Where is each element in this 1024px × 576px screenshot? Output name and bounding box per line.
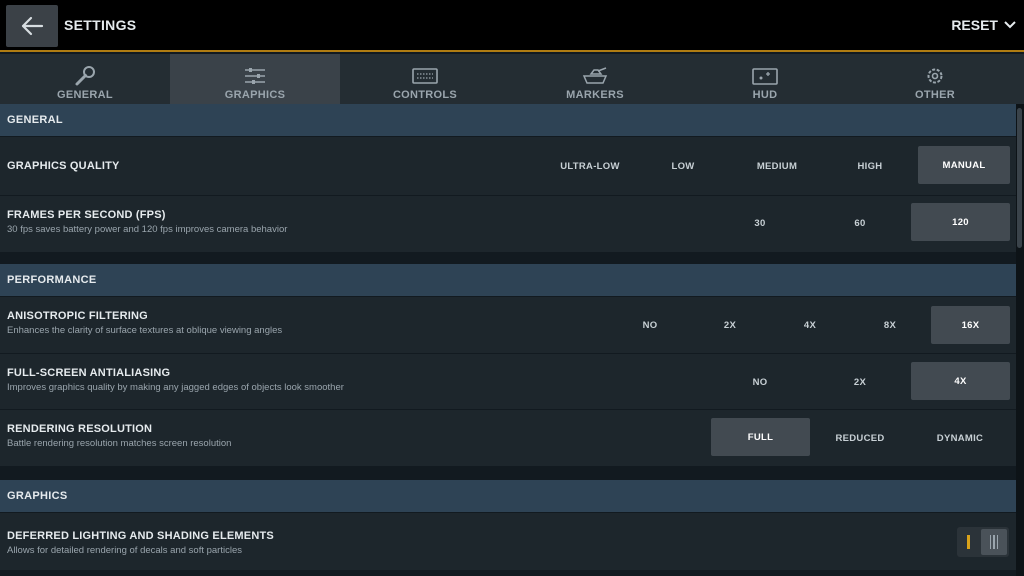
tab-general[interactable]: GENERAL [0,54,170,104]
option-4x[interactable]: 4X [911,362,1010,400]
reset-button[interactable]: RESET [951,17,1016,33]
setting-title: FRAMES PER SECOND (FPS) [7,209,166,221]
option-high[interactable]: HIGH [824,147,916,185]
option-16x[interactable]: 16X [931,306,1010,344]
setting-description: Allows for detailed rendering of decals … [7,545,242,556]
setting-description: Enhances the clarity of surface textures… [7,325,283,336]
tab-label: HUD [752,89,778,101]
tab-controls[interactable]: CONTROLS [340,54,510,104]
back-button[interactable] [6,5,58,47]
top-bar: SETTINGS RESET [0,0,1024,52]
setting-row-deferred-lighting: DEFERRED LIGHTING AND SHADING ELEMENTS A… [0,513,1016,570]
sliders-icon [245,68,265,84]
option-120[interactable]: 120 [911,203,1010,241]
setting-title: DEFERRED LIGHTING AND SHADING ELEMENTS [7,530,274,542]
tab-graphics[interactable]: GRAPHICS [170,54,340,104]
option-medium[interactable]: MEDIUM [731,147,823,185]
chevron-down-icon [1004,21,1016,29]
tab-label: OTHER [915,89,955,101]
setting-title: GRAPHICS QUALITY [7,160,120,172]
tab-label: CONTROLS [392,89,458,101]
tank-icon [582,67,608,84]
option-dynamic[interactable]: DYNAMIC [910,419,1010,457]
setting-description: 30 fps saves battery power and 120 fps i… [7,224,288,235]
option-manual[interactable]: MANUAL [918,146,1010,184]
hud-icon [752,68,778,85]
setting-row-rendering-resolution: RENDERING RESOLUTION Battle rendering re… [0,410,1016,466]
tab-markers[interactable]: MARKERS [510,54,680,104]
option-no[interactable]: NO [710,363,810,401]
setting-row-antialiasing: FULL-SCREEN ANTIALIASING Improves graphi… [0,354,1016,409]
option-2x[interactable]: 2X [690,306,770,344]
gear-icon [927,68,943,84]
deferred-lighting-toggle[interactable] [957,527,1009,557]
arrow-left-icon [21,16,44,36]
section-general: GENERAL [0,104,1016,136]
option-4x[interactable]: 4X [770,306,850,344]
toggle-on-indicator [967,535,970,549]
setting-row-anisotropic-filtering: ANISOTROPIC FILTERING Enhances the clari… [0,297,1016,353]
option-low[interactable]: LOW [637,147,729,185]
wrench-icon [75,66,95,86]
option-reduced[interactable]: REDUCED [810,419,910,457]
section-performance: PERFORMANCE [0,264,1016,296]
setting-description: Battle rendering resolution matches scre… [7,438,232,449]
setting-title: RENDERING RESOLUTION [7,423,153,435]
setting-title: ANISOTROPIC FILTERING [7,310,148,322]
section-graphics: GRAPHICS [0,480,1016,512]
option-ultra-low[interactable]: ULTRA-LOW [544,147,636,185]
option-30[interactable]: 30 [710,204,810,242]
option-no[interactable]: NO [610,306,690,344]
tab-hud[interactable]: HUD [680,54,850,104]
tab-other[interactable]: OTHER [850,54,1020,104]
tab-label: GRAPHICS [224,89,286,101]
scrollbar[interactable] [1016,104,1024,576]
option-8x[interactable]: 8X [850,306,930,344]
keyboard-icon [412,68,438,84]
tab-label: MARKERS [566,89,624,101]
tab-label: GENERAL [57,89,113,101]
scrollbar-thumb[interactable] [1017,108,1022,248]
option-60[interactable]: 60 [810,204,910,242]
option-2x[interactable]: 2X [810,363,910,401]
reset-label: RESET [951,17,998,33]
page-title: SETTINGS [64,17,137,33]
setting-title: FULL-SCREEN ANTIALIASING [7,367,171,379]
settings-list[interactable]: GENERAL GRAPHICS QUALITY ULTRA-LOW LOW M… [0,104,1016,576]
setting-description: Improves graphics quality by making any … [7,382,344,393]
setting-row-fps: FRAMES PER SECOND (FPS) 30 fps saves bat… [0,196,1016,252]
option-full[interactable]: FULL [711,418,810,456]
tab-bar: GENERAL GRAPHICS CONTROLS MARKERS HUD OT… [0,54,1024,104]
setting-row-graphics-quality: GRAPHICS QUALITY ULTRA-LOW LOW MEDIUM HI… [0,137,1016,195]
toggle-knob[interactable] [981,529,1007,555]
